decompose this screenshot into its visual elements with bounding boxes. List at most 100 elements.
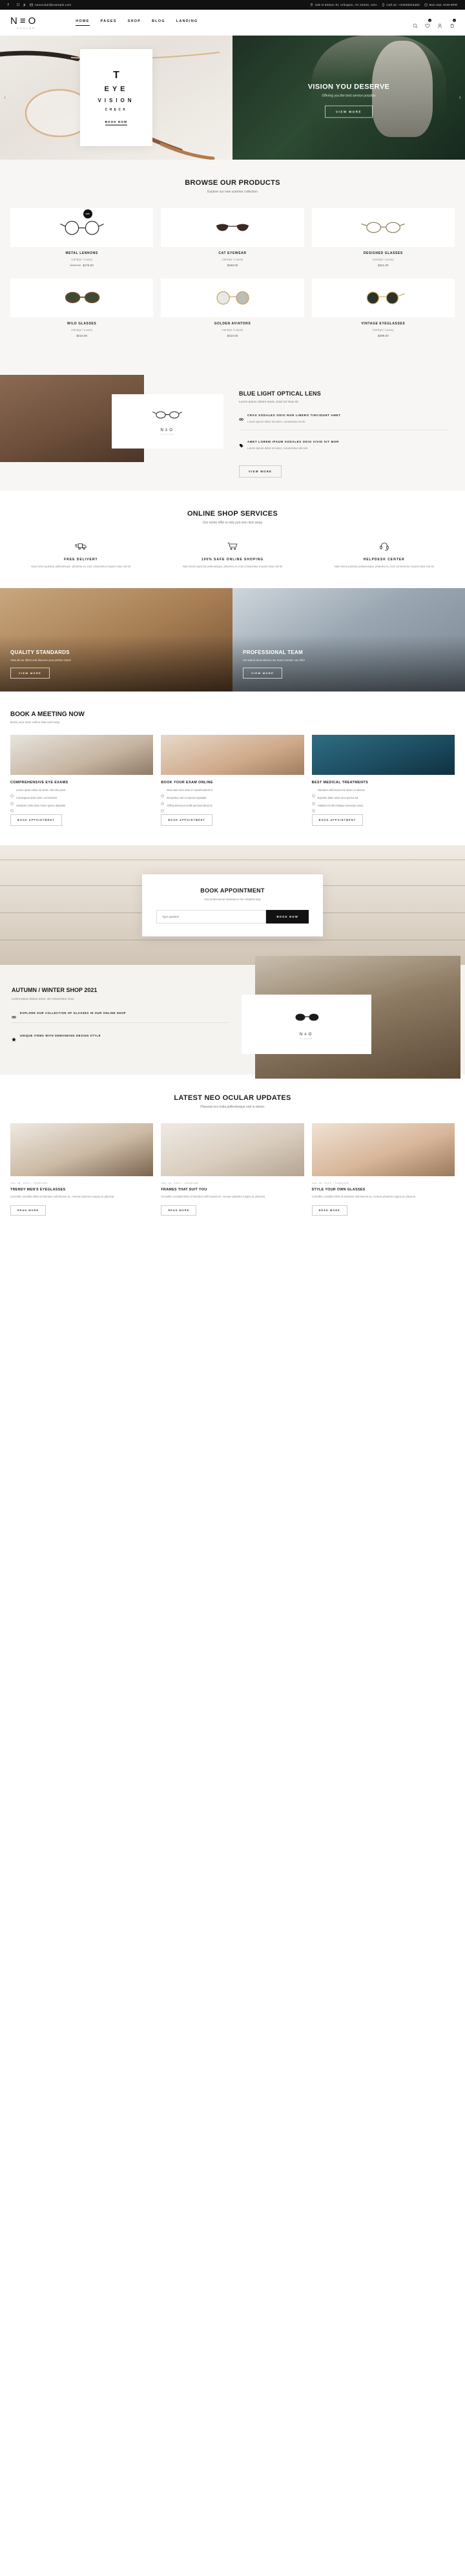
product-image: sale (10, 208, 153, 247)
vintage-eyeglasses-icon (360, 288, 406, 308)
list-item: Excepteur sint occaecat cupidatat (161, 796, 304, 800)
nav-item-landing[interactable]: LANDING (176, 19, 198, 26)
check-icon (10, 789, 14, 792)
eyechart-line-check: CHECK (105, 108, 128, 112)
logo[interactable]: N≡O OCULAR (10, 16, 38, 30)
product-price: $310.00 (161, 334, 304, 337)
nav-item-shop[interactable]: SHOP (128, 19, 141, 26)
read-more-button[interactable]: READ MORE (161, 1205, 196, 1216)
nav-item-pages[interactable]: PAGES (101, 19, 117, 26)
product-card[interactable]: DESIGNED GLASSES Cat-Eye / Luxory $211.0… (312, 208, 455, 267)
autumn-logo-text: N≡O (300, 1033, 314, 1037)
book-appointment-button[interactable]: BOOK APPOINTMENT (161, 814, 212, 826)
header-actions: 0 0 (413, 20, 455, 25)
product-card[interactable]: GOLDEN AVIATORS Cat-Eye / Luxory $310.00 (161, 279, 304, 337)
banner-professional-team[interactable]: PROFESSIONAL TEAM Get asked what advices… (232, 588, 465, 692)
designer-glasses-icon (360, 218, 406, 237)
service-desc: Nam lorem pulvinar pellentesque, pharetr… (162, 565, 304, 569)
eye-exam-equipment-photo (10, 735, 153, 775)
bluelight-feature-title: CRAS SODALES ODIO NON LIBERO TINCIDUNT A… (247, 414, 341, 417)
service-card: 100% SAFE ONLINE SHOPING Nam lorem pulvi… (162, 539, 304, 569)
list-item: Habitant morbi tristique senectus netus (312, 804, 455, 808)
product-category: Cat-Eye / Luxory (312, 258, 455, 261)
product-current-price: $199.00 (227, 264, 238, 267)
service-name: 100% SAFE ONLINE SHOPING (162, 558, 304, 562)
meeting-card: BEST MEDICAL TREATMENTS Interdum velit l… (312, 735, 455, 826)
read-more-button[interactable]: READ MORE (10, 1205, 46, 1216)
product-price: $211.00 (312, 264, 455, 267)
eyechart-letter: T (113, 70, 119, 81)
hero-prev-arrow[interactable]: ‹ (4, 94, 6, 101)
appointment-book-now-button[interactable]: BOOK NOW (266, 910, 309, 924)
hero-slider: T EYE VISION CHECK BOOK NOW ‹ VISION YOU… (0, 36, 465, 160)
product-image (10, 279, 153, 317)
services-section: ONLINE SHOP SERVICES Our entire offer is… (0, 491, 465, 588)
promo-banners: QUALITY STANDARDS View all our offers an… (0, 588, 465, 692)
bluelight-logo-text: N≡O (160, 428, 174, 432)
blog-post-card[interactable]: JUL 18, 2021 / FASHION FRAMES THAT SUIT … (161, 1123, 304, 1215)
book-appointment-button[interactable]: BOOK APPOINTMENT (10, 814, 62, 826)
bluelight-feature: CRAS SODALES ODIO NON LIBERO TINCIDUNT A… (239, 413, 448, 430)
appointment-box: BOOK APPOINTMENT Get professional assist… (142, 874, 323, 936)
hero-right-subtitle: Offering you the best service possible (322, 94, 375, 98)
nav-item-home[interactable]: HOME (76, 19, 89, 26)
pinterest-icon[interactable]: p (23, 3, 25, 7)
autumn-feature: UNIQUE ITEMS WITH DEMANDING DESIGN STYLE (12, 1033, 229, 1045)
eye-vision-check-card: T EYE VISION CHECK BOOK NOW (80, 49, 152, 146)
facebook-icon[interactable]: f (8, 3, 9, 7)
blog-subtitle: Placerat orci nulla pellentesque sed in … (10, 1105, 455, 1109)
product-name: DESIGNED GLASSES (312, 251, 455, 255)
hero-view-more-button[interactable]: VIEW MORE (325, 105, 373, 118)
phone-info[interactable]: Call us: +34936915450 (382, 3, 420, 6)
product-card[interactable]: WILD GLASSES Cat-Eye / Luxory $215.00 (10, 279, 153, 337)
hero-slide-right[interactable]: VISION YOU DESERVE Offering you the best… (232, 36, 465, 160)
autumn-winter-section: AUTUMN / WINTER SHOP 2021 Lorem ipsum do… (0, 965, 465, 1075)
bluelight-view-more-button[interactable]: VIEW MORE (239, 465, 282, 478)
book-appointment-button[interactable]: BOOK APPOINTMENT (312, 814, 364, 826)
address-info: 235 N Edison St, Arlington, VA 22203, US… (310, 3, 377, 6)
address-text: 235 N Edison St, Arlington, VA 22203, US… (315, 3, 377, 6)
product-card[interactable]: sale METAL LENNONS Cat-Eye / Luxory $199… (10, 208, 153, 267)
search-icon[interactable] (413, 20, 418, 25)
list-item: Interdum velit laoreet id donec in ultri… (312, 788, 455, 792)
banner-subtitle: Get asked what advices our team member c… (243, 659, 305, 662)
hero-book-now-button[interactable]: BOOK NOW (105, 120, 128, 125)
banner-view-more-button[interactable]: VIEW MORE (243, 668, 282, 679)
hero-right-title: VISION YOU DESERVE (308, 83, 390, 90)
product-current-price: $175.00 (83, 264, 94, 267)
bullet-text: Officia deserunt mollit anmiest laborum (167, 804, 212, 808)
blog-post-meta: JUL 18, 2021 / FASHION (10, 1182, 153, 1185)
autumn-subtitle: Lorem ipsum dolore amet, vel consectetur… (12, 997, 229, 1000)
meeting-card-title: COMPREHENSIVE EYE EXAMS (10, 781, 153, 785)
blog-post-card[interactable]: JUL 18, 2021 / FASHION STYLE YOUR OWN GL… (312, 1123, 455, 1215)
eye-surgery-photo (312, 735, 455, 775)
headset-icon (313, 539, 455, 553)
product-card[interactable]: CAT EYEWEAR Cat-Eye / Luxory $199.00 (161, 208, 304, 267)
banner-title: PROFESSIONAL TEAM (243, 649, 305, 655)
service-card: HELPDESK CENTER Nam lorem pulvinar pelle… (313, 539, 455, 569)
check-icon (10, 797, 14, 800)
product-image (161, 208, 304, 247)
bluelight-content: BLUE LIGHT OPTICAL LENS Lorem ipsum dolo… (232, 368, 465, 491)
meeting-card-title: BOOK YOUR EXAM ONLINE (161, 781, 304, 785)
list-item: Duis aute irure dolor in reprehenderit i… (161, 788, 304, 792)
bluelight-feature-desc: Lorem ipsum dolor sit amet, consectetur … (247, 420, 448, 423)
read-more-button[interactable]: READ MORE (312, 1205, 347, 1216)
logo-text: N≡O (10, 16, 38, 26)
wishlist-icon[interactable]: 0 (425, 20, 430, 25)
appointment-question-input[interactable] (156, 910, 266, 924)
instagram-icon[interactable]: ☐ (17, 3, 20, 7)
account-icon[interactable] (437, 20, 442, 25)
bluelight-feature-desc: Lorem ipsum dolor sit amet, consectetur … (247, 447, 448, 450)
hero-next-arrow[interactable]: › (459, 94, 461, 101)
hero-slide-left[interactable]: T EYE VISION CHECK BOOK NOW ‹ (0, 36, 232, 160)
banner-view-more-button[interactable]: VIEW MORE (10, 668, 50, 679)
blog-post-card[interactable]: JUL 18, 2021 / FASHION TRENDY MEN'S EYEG… (10, 1123, 153, 1215)
banner-quality-standards[interactable]: QUALITY STANDARDS View all our offers an… (0, 588, 232, 692)
bluelight-title: BLUE LIGHT OPTICAL LENS (239, 390, 448, 397)
email-contact[interactable]: neoocular@example.com (30, 3, 71, 6)
autumn-content: AUTUMN / WINTER SHOP 2021 Lorem ipsum do… (0, 965, 242, 1075)
nav-item-blog[interactable]: BLOG (152, 19, 165, 26)
product-card[interactable]: VINTAGE EYEGLASSES Cat-Eye / Luxory $299… (312, 279, 455, 337)
cart-icon[interactable]: 0 (450, 20, 455, 25)
